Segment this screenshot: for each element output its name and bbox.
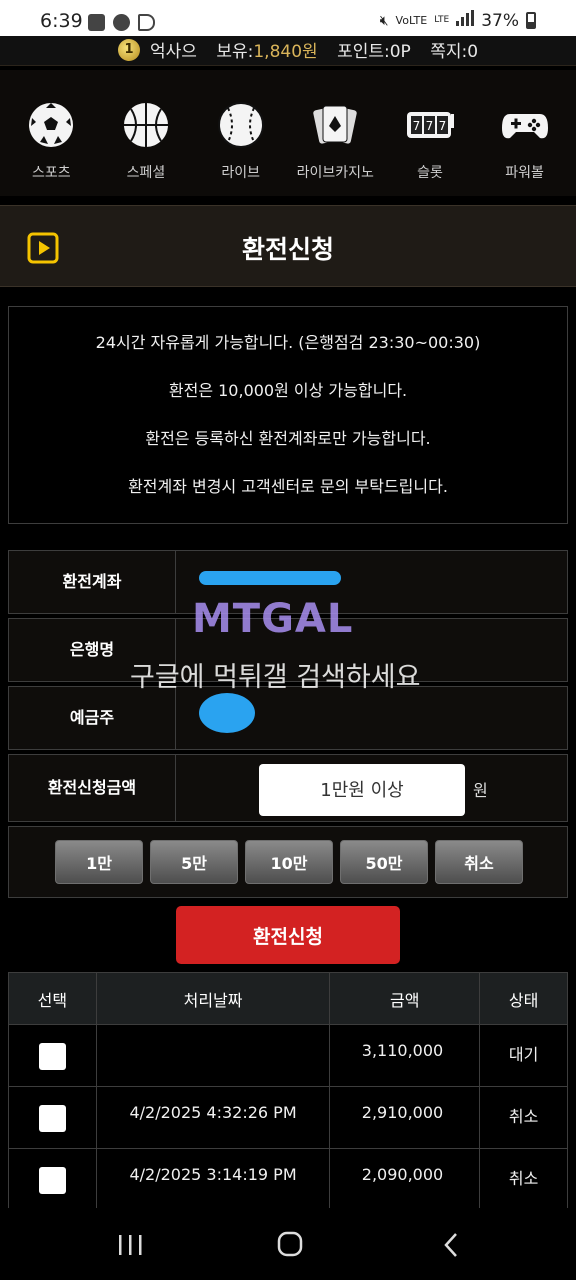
table-row: 3,110,000 대기 (8, 1024, 568, 1087)
menu-label: 라이브카지노 (296, 165, 374, 181)
status-time: 6:39 (40, 10, 83, 32)
column-header: 처리날짜 (95, 972, 331, 1025)
amount-label: 환전신청금액 (9, 755, 176, 821)
mute-icon: 🔇︎ (379, 12, 389, 29)
quick-amount-buttons: 1만 5만 10만 50만 취소 (8, 826, 568, 898)
menu-item-live[interactable]: 라이브 (196, 70, 286, 196)
add-100k-button[interactable]: 10만 (245, 840, 333, 884)
add-500k-button[interactable]: 50만 (340, 840, 428, 884)
table-row: 4/2/2025 4:32:26 PM 2,910,000 취소 (8, 1086, 568, 1149)
row-amount: 2,090,000 (329, 1148, 481, 1211)
username: 억사으 (150, 42, 197, 62)
row-date: 4/2/2025 3:14:19 PM (95, 1148, 331, 1211)
row-checkbox[interactable] (38, 1043, 66, 1070)
row-amount: 2,910,000 (329, 1086, 481, 1149)
column-header: 상태 (479, 972, 568, 1025)
menu-label: 슬롯 (417, 165, 443, 181)
reset-amount-button[interactable]: 취소 (435, 840, 523, 884)
balance-label: 보유: (216, 42, 254, 62)
user-info-bar: 1 억사으 보유:1,840원 포인트:0P 쪽지:0 (0, 36, 576, 66)
svg-text:7: 7 (439, 119, 447, 133)
balance-value: 1,840원 (253, 42, 318, 62)
submit-withdrawal-button[interactable]: 환전신청 (176, 906, 400, 964)
holder-value (177, 687, 567, 749)
table-row: 4/2/2025 3:14:19 PM 2,090,000 취소 (8, 1148, 568, 1211)
row-status: 대기 (479, 1024, 568, 1087)
amount-row: 환전신청금액 원 (8, 754, 568, 822)
playing-cards-icon (313, 105, 358, 144)
menu-label: 라이브 (221, 165, 260, 181)
redacted-account (199, 571, 341, 585)
messages[interactable]: 쪽지:0 (430, 42, 478, 62)
game-menu: 스포츠 스페셜 라이브 라이브카지노 777 슬롯 파워볼 (0, 70, 576, 196)
battery-icon (526, 12, 536, 29)
menu-item-slot[interactable]: 777 슬롯 (385, 70, 475, 196)
row-date: 4/2/2025 4:32:26 PM (95, 1086, 331, 1149)
gamepad-icon (501, 114, 548, 139)
redacted-holder (199, 693, 255, 733)
home-icon[interactable] (270, 1230, 310, 1260)
menu-item-special[interactable]: 스페셜 (101, 70, 191, 196)
notice-line: 환전은 등록하신 환전계좌로만 가능합니다. (145, 429, 431, 448)
network-label: LTE (434, 15, 450, 25)
points[interactable]: 포인트:0P (337, 42, 411, 62)
recent-apps-icon[interactable] (110, 1230, 150, 1260)
menu-item-live-casino[interactable]: 라이브카지노 (290, 70, 380, 196)
notice-box: 24시간 자유롭게 가능합니다. (은행점검 23:30~00:30) 환전은 … (8, 306, 568, 524)
menu-item-powerball[interactable]: 파워볼 (480, 70, 570, 196)
table-header-row: 선택 처리날짜 금액 상태 (8, 972, 568, 1025)
level-coin-icon: 1 (118, 39, 140, 61)
volte-icon: VoLTE (395, 14, 428, 27)
currency-label: 원 (473, 781, 488, 800)
battery-percent: 37% (481, 10, 519, 31)
withdrawal-history-table: 선택 처리날짜 금액 상태 3,110,000 대기 4/2/2025 4:32… (8, 972, 568, 1211)
play-store-icon (138, 14, 155, 31)
column-header: 선택 (8, 972, 97, 1025)
baseball-icon (217, 102, 264, 148)
row-status: 취소 (479, 1086, 568, 1149)
watermark-logo: MTGAL (192, 596, 354, 642)
signal-icon (456, 10, 475, 31)
row-checkbox[interactable] (38, 1167, 66, 1194)
column-header: 금액 (329, 972, 481, 1025)
row-status: 취소 (479, 1148, 568, 1211)
notice-line: 환전계좌 변경시 고객센터로 문의 부탁드립니다. (128, 477, 448, 496)
menu-item-sports[interactable]: 스포츠 (6, 70, 96, 196)
system-nav-bar (0, 1208, 576, 1280)
page-title: 환전신청 (241, 235, 334, 264)
gallery-icon (88, 14, 105, 31)
soccer-ball-icon (29, 103, 74, 147)
watermark-text: 구글에 먹튀갤 검색하세요 (130, 662, 421, 693)
svg-text:7: 7 (413, 119, 421, 133)
account-label: 환전계좌 (9, 551, 176, 613)
menu-label: 스포츠 (32, 165, 71, 181)
amount-input[interactable] (259, 764, 465, 816)
holder-label: 예금주 (9, 687, 176, 749)
holder-row: 예금주 (8, 686, 568, 750)
add-50k-button[interactable]: 5만 (150, 840, 238, 884)
slot-machine-icon: 777 (406, 112, 454, 138)
menu-label: 스페셜 (126, 165, 166, 181)
add-10k-button[interactable]: 1만 (55, 840, 143, 884)
page-header: 환전신청 (0, 205, 576, 287)
row-checkbox[interactable] (38, 1105, 66, 1132)
row-amount: 3,110,000 (329, 1024, 481, 1087)
back-icon[interactable] (432, 1230, 472, 1260)
basketball-icon (123, 103, 168, 147)
chat-icon (113, 14, 130, 31)
notice-line: 환전은 10,000원 이상 가능합니다. (168, 381, 408, 400)
menu-label: 파워볼 (505, 165, 544, 181)
svg-text:7: 7 (426, 119, 434, 133)
row-date (95, 1024, 331, 1087)
notice-line: 24시간 자유롭게 가능합니다. (은행점검 23:30~00:30) (95, 333, 481, 352)
